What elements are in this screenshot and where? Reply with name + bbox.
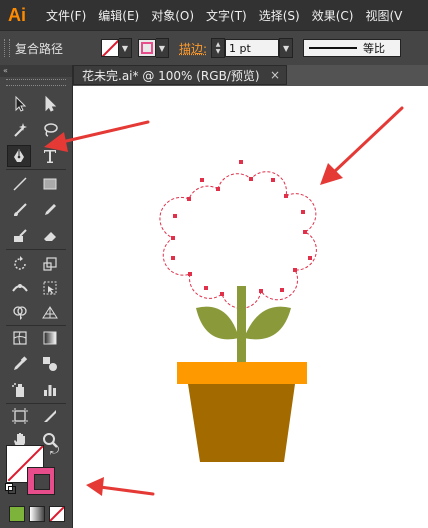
stroke-swatch-icon[interactable] bbox=[138, 39, 156, 57]
stroke-weight-stepper[interactable]: ▲ ▼ bbox=[211, 38, 226, 58]
width-tool-icon[interactable] bbox=[8, 277, 32, 299]
pot-body[interactable] bbox=[188, 384, 295, 462]
profile-line-icon bbox=[309, 47, 358, 49]
magic-wand-tool-icon[interactable] bbox=[8, 119, 32, 141]
artboard-tool-icon[interactable] bbox=[8, 405, 32, 427]
rotate-tool-icon[interactable] bbox=[8, 253, 32, 275]
lasso-tool-icon[interactable] bbox=[38, 119, 62, 141]
type-tool-icon[interactable] bbox=[38, 145, 62, 167]
blend-tool-icon[interactable] bbox=[38, 353, 62, 375]
paintbrush-tool-icon[interactable] bbox=[8, 199, 32, 221]
panel-collapse-icon[interactable]: « bbox=[0, 65, 72, 77]
symbol-sprayer-tool-icon[interactable] bbox=[8, 379, 32, 401]
slice-tool-icon[interactable] bbox=[38, 405, 62, 427]
tool-divider bbox=[6, 169, 66, 170]
stroke-color-button[interactable]: ▼ bbox=[138, 38, 169, 58]
right-leaf[interactable] bbox=[244, 306, 291, 340]
scale-tool-icon[interactable] bbox=[38, 253, 62, 275]
document-title: 花未完.ai* @ 100% (RGB/预览) bbox=[82, 68, 260, 83]
selection-type-label: 复合路径 bbox=[15, 41, 64, 56]
menu-type[interactable]: 文字(T) bbox=[206, 7, 247, 24]
artboard-canvas[interactable] bbox=[73, 86, 428, 528]
control-bar-grip[interactable] bbox=[4, 39, 10, 57]
fill-color-button[interactable]: ▼ bbox=[101, 38, 132, 58]
profile-label: 等比 bbox=[363, 42, 386, 55]
free-transform-tool-icon[interactable] bbox=[38, 277, 62, 299]
chevron-down-icon[interactable]: ▼ bbox=[156, 38, 169, 58]
rectangle-tool-icon[interactable] bbox=[38, 173, 62, 195]
stroke-swatch-large-icon[interactable] bbox=[27, 467, 55, 495]
menu-select[interactable]: 选择(S) bbox=[259, 7, 300, 24]
selection-tool-icon[interactable] bbox=[8, 93, 32, 115]
gradient-mode-icon[interactable] bbox=[29, 506, 45, 522]
tool-divider bbox=[6, 325, 66, 326]
tool-divider bbox=[6, 249, 66, 250]
tools-panel: « ⤾ bbox=[0, 65, 73, 528]
panel-grip[interactable] bbox=[6, 79, 66, 86]
stroke-weight-dropdown-icon[interactable]: ▼ bbox=[279, 38, 294, 58]
pot-rim[interactable] bbox=[177, 362, 307, 384]
mesh-tool-icon[interactable] bbox=[8, 327, 32, 349]
tool-divider bbox=[6, 403, 66, 404]
eraser-tool-icon[interactable] bbox=[38, 225, 62, 247]
perspective-grid-tool-icon[interactable] bbox=[38, 301, 62, 323]
menu-object[interactable]: 对象(O) bbox=[151, 7, 194, 24]
eyedropper-tool-icon[interactable] bbox=[8, 353, 32, 375]
control-bar: 复合路径 ▼ ▼ 描边: ▲ ▼ 1 pt ▼ 等比 bbox=[0, 30, 428, 66]
menu-effect[interactable]: 效果(C) bbox=[312, 7, 354, 24]
close-icon[interactable]: × bbox=[270, 68, 280, 82]
document-tab[interactable]: 花未完.ai* @ 100% (RGB/预览) × bbox=[73, 65, 287, 85]
flower-stem[interactable] bbox=[237, 286, 246, 363]
gradient-tool-icon[interactable] bbox=[38, 327, 62, 349]
menu-edit[interactable]: 编辑(E) bbox=[98, 7, 139, 24]
menu-bar: Ai 文件(F) 编辑(E) 对象(O) 文字(T) 选择(S) 效果(C) 视… bbox=[0, 0, 428, 30]
chevron-down-icon[interactable]: ▼ bbox=[119, 38, 132, 58]
stroke-label[interactable]: 描边: bbox=[179, 40, 207, 57]
pen-tool-icon[interactable] bbox=[7, 145, 31, 167]
app-logo: Ai bbox=[8, 4, 26, 25]
stroke-weight-field[interactable]: 1 pt bbox=[225, 39, 280, 57]
left-leaf[interactable] bbox=[196, 306, 239, 340]
swap-fill-stroke-icon[interactable]: ⤾ bbox=[50, 445, 62, 457]
pencil-tool-icon[interactable] bbox=[38, 199, 62, 221]
none-mode-icon[interactable] bbox=[49, 506, 65, 522]
color-mode-icon[interactable] bbox=[9, 506, 25, 522]
menu-view[interactable]: 视图(V bbox=[365, 7, 402, 24]
default-fill-stroke-icon[interactable] bbox=[5, 483, 16, 494]
shape-builder-tool-icon[interactable] bbox=[8, 301, 32, 323]
direct-selection-tool-icon[interactable] bbox=[38, 93, 62, 115]
blob-brush-tool-icon[interactable] bbox=[8, 225, 32, 247]
stroke-profile-select[interactable]: 等比 bbox=[303, 39, 402, 57]
fill-none-swatch-icon[interactable] bbox=[101, 39, 119, 57]
column-graph-tool-icon[interactable] bbox=[38, 379, 62, 401]
line-segment-tool-icon[interactable] bbox=[8, 173, 32, 195]
menu-file[interactable]: 文件(F) bbox=[46, 7, 86, 24]
